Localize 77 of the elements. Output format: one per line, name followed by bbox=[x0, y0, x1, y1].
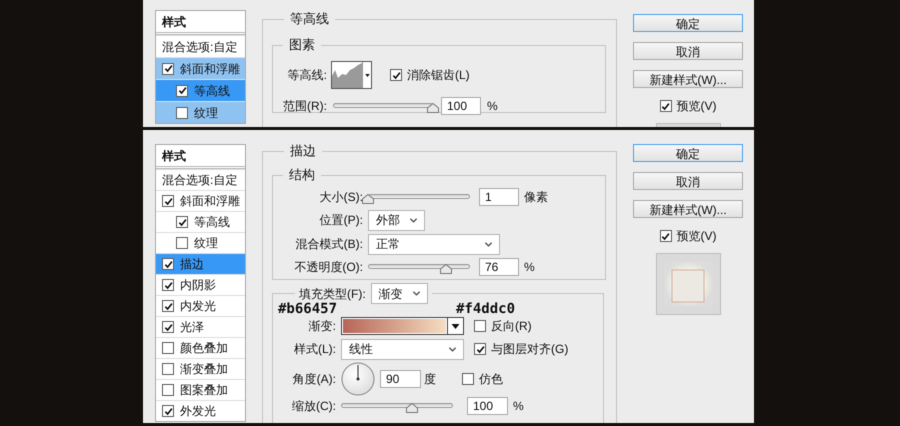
group-title: 图素 bbox=[289, 37, 315, 52]
field-label: 渐变: bbox=[308, 318, 336, 335]
style-checkbox[interactable] bbox=[176, 84, 188, 96]
position-select[interactable]: 外部 bbox=[368, 210, 425, 230]
style-list-item[interactable]: 描边 bbox=[156, 253, 245, 274]
range-input[interactable]: 100 bbox=[441, 97, 481, 115]
opacity-input[interactable]: 76 bbox=[479, 258, 519, 276]
dialog-button[interactable]: 确定 bbox=[633, 144, 743, 162]
group-title: 结构 bbox=[289, 167, 315, 182]
reverse-checkbox[interactable] bbox=[474, 320, 486, 332]
checkbox-label: 预览(V) bbox=[676, 98, 716, 115]
gradient-picker[interactable] bbox=[341, 317, 464, 335]
styles-heading: 样式 bbox=[162, 148, 186, 164]
style-checkbox[interactable] bbox=[162, 258, 174, 270]
style-checkbox[interactable] bbox=[176, 216, 188, 228]
unit-label: 像素 bbox=[524, 189, 548, 206]
style-checkbox[interactable] bbox=[162, 363, 174, 375]
dialog-button[interactable]: 取消 bbox=[633, 42, 743, 60]
color-code: #f4ddc0 bbox=[456, 300, 516, 318]
field-label: 位置(P): bbox=[320, 212, 363, 229]
field-label: 混合模式(B): bbox=[296, 236, 363, 253]
preview-checkbox[interactable] bbox=[660, 100, 672, 112]
section-title: 等高线 bbox=[290, 11, 329, 26]
align-checkbox[interactable] bbox=[474, 343, 486, 355]
style-list-item[interactable]: 斜面和浮雕 bbox=[156, 57, 245, 79]
style-checkbox[interactable] bbox=[176, 106, 188, 118]
dialog-button[interactable]: 确定 bbox=[633, 14, 743, 32]
checkbox-label: 预览(V) bbox=[676, 228, 716, 245]
style-checkbox[interactable] bbox=[162, 300, 174, 312]
style-list-item[interactable]: 纹理 bbox=[156, 101, 245, 123]
style-checkbox[interactable] bbox=[162, 405, 174, 417]
dialog-button[interactable]: 新建样式(W)... bbox=[633, 70, 743, 88]
scale-input[interactable]: 100 bbox=[467, 397, 508, 415]
unit-label: % bbox=[524, 259, 535, 276]
style-checkbox[interactable] bbox=[162, 195, 174, 207]
field-label: 不透明度(O): bbox=[294, 259, 363, 276]
field-label: 等高线: bbox=[288, 67, 327, 84]
section-title: 描边 bbox=[290, 143, 316, 158]
style-checkbox[interactable] bbox=[162, 62, 174, 74]
field-label: 填充类型(F): bbox=[299, 286, 366, 302]
checkbox-label: 反向(R) bbox=[491, 318, 532, 335]
color-code: #b66457 bbox=[278, 300, 338, 318]
field-label: 范围(R): bbox=[283, 98, 327, 115]
size-input[interactable]: 1 bbox=[479, 188, 519, 206]
style-checkbox[interactable] bbox=[162, 384, 174, 396]
field-label: 角度(A): bbox=[292, 371, 336, 388]
fill-type-select[interactable]: 渐变 bbox=[370, 283, 428, 304]
dither-checkbox[interactable] bbox=[462, 373, 474, 385]
checkbox-label: 仿色 bbox=[479, 371, 503, 388]
anti-alias-checkbox[interactable] bbox=[390, 69, 402, 81]
style-list-item[interactable]: 等高线 bbox=[156, 79, 245, 101]
slider-thumb[interactable] bbox=[362, 194, 374, 204]
styles-heading: 样式 bbox=[162, 14, 186, 30]
field-label: 大小(S): bbox=[320, 189, 363, 206]
preview-checkbox[interactable] bbox=[660, 230, 672, 242]
dialog-button[interactable]: 新建样式(W)... bbox=[633, 200, 743, 218]
contour-curve-icon bbox=[332, 62, 362, 88]
caret-icon bbox=[451, 324, 460, 328]
unit-label: % bbox=[487, 98, 498, 115]
dialog-button[interactable]: 取消 bbox=[633, 172, 743, 190]
unit-label: % bbox=[513, 398, 524, 415]
style-checkbox[interactable] bbox=[162, 342, 174, 354]
checkbox-label: 与图层对齐(G) bbox=[491, 341, 568, 358]
angle-input[interactable]: 90 bbox=[380, 370, 421, 388]
angle-dial[interactable] bbox=[341, 362, 375, 396]
style-checkbox[interactable] bbox=[176, 237, 188, 249]
preview-thumbnail bbox=[656, 253, 720, 315]
unit-label: 度 bbox=[424, 371, 436, 388]
field-label: 样式(L): bbox=[294, 341, 336, 358]
blend-mode-select[interactable]: 正常 bbox=[368, 234, 500, 254]
style-select[interactable]: 线性 bbox=[341, 338, 464, 360]
contour-picker[interactable] bbox=[331, 61, 372, 89]
field-label: 缩放(C): bbox=[292, 398, 336, 415]
caret-icon bbox=[364, 74, 370, 76]
style-checkbox[interactable] bbox=[162, 279, 174, 291]
style-checkbox[interactable] bbox=[162, 321, 174, 333]
checkbox-label: 消除锯齿(L) bbox=[407, 67, 470, 84]
